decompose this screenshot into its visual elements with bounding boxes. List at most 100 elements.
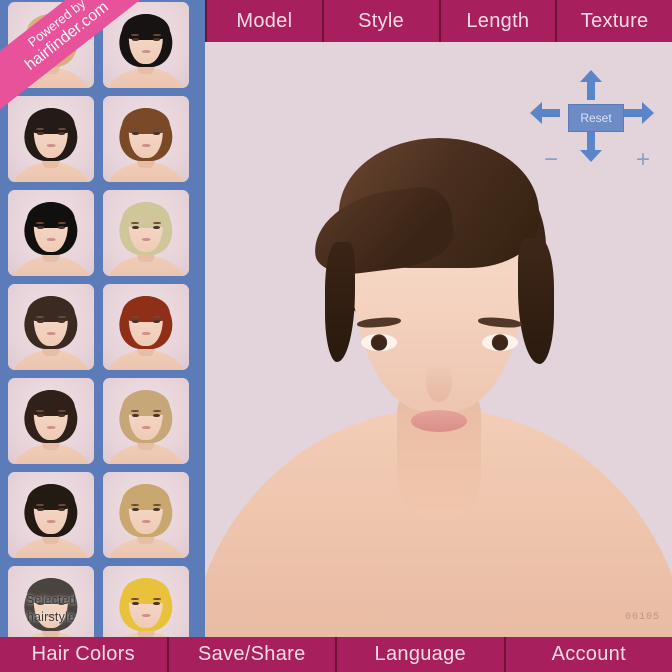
thumbnail-eye-left [37,601,44,606]
zoom-in-button[interactable]: + [636,148,650,172]
hairstyle-thumbnail[interactable]: Selected hairstyle [8,566,94,637]
hairstyle-thumbnail[interactable] [103,472,189,558]
hairstyle-thumbnail[interactable] [103,378,189,464]
zoom-out-button[interactable]: − [544,148,558,172]
thumbnail-eye-left [132,37,139,42]
thumbnail-eye-right [58,131,65,136]
thumbnail-eye-right [153,37,160,42]
thumbnail-lips [141,332,151,336]
bottom-nav-bar: Hair Colors Save/Share Language Account [0,637,672,672]
thumbnail-eyebrow-left [36,33,45,36]
thumbnail-eye-right [153,413,160,418]
arrow-right-icon[interactable] [624,102,654,124]
hairstyle-thumbnail[interactable] [103,566,189,637]
thumbnail-eyebrow-left [131,127,140,130]
hairstyle-sidebar: Selected hairstyle [0,0,205,637]
nav-language[interactable]: Language [337,637,506,672]
thumbnail-eye-right [58,319,65,324]
thumbnail-eyebrow-left [131,221,140,224]
thumbnail-portrait [103,566,189,637]
thumbnail-eyebrow-left [131,33,140,36]
thumbnail-eyebrow-right [57,127,66,130]
thumbnail-portrait [8,472,94,558]
thumbnail-eye-left [132,413,139,418]
model-pupil-left [372,336,386,350]
thumbnail-eye-left [37,413,44,418]
thumbnail-eyebrow-left [131,315,140,318]
thumbnail-lips [141,238,151,242]
thumbnail-eyebrow-left [36,127,45,130]
nav-hair-colors[interactable]: Hair Colors [0,637,169,672]
thumbnail-eyebrow-right [152,221,161,224]
thumbnail-eyebrow-right [57,503,66,506]
thumbnail-eyebrow-left [131,409,140,412]
thumbnail-eyebrow-left [131,503,140,506]
thumbnail-eye-left [37,225,44,230]
thumbnail-lips [46,144,56,148]
thumbnail-portrait [103,96,189,182]
thumbnail-eyebrow-right [152,33,161,36]
thumbnail-eye-left [37,507,44,512]
image-code-watermark: 00105 [624,612,660,623]
thumbnail-eyebrow-right [57,221,66,224]
thumbnail-eye-left [132,225,139,230]
model-hair-side-left [325,242,355,362]
hairstyle-thumbnail[interactable] [8,2,94,88]
app-root: Selected hairstyle 00105 Model Style Length… [0,0,672,672]
thumbnail-eyebrow-right [57,409,66,412]
thumbnail-eyebrow-left [36,315,45,318]
tab-style[interactable]: Style [323,0,441,42]
thumbnail-portrait [8,284,94,370]
thumbnail-eye-right [153,131,160,136]
thumbnail-eye-right [153,319,160,324]
hairstyle-thumbnail[interactable] [103,2,189,88]
hairstyle-thumbnail-grid: Selected hairstyle [8,2,198,637]
thumbnail-eye-left [37,37,44,42]
thumbnail-portrait [8,566,94,637]
top-tab-bar: Model Style Length Texture [205,0,672,42]
nav-save-share[interactable]: Save/Share [168,637,337,672]
thumbnail-lips [141,426,151,430]
hairstyle-thumbnail[interactable] [103,284,189,370]
thumbnail-portrait [103,472,189,558]
thumbnail-lips [46,238,56,242]
thumbnail-eye-left [132,601,139,606]
hairstyle-thumbnail[interactable] [8,96,94,182]
thumbnail-portrait [8,190,94,276]
thumbnail-eye-right [58,225,65,230]
hairstyle-thumbnail[interactable] [8,472,94,558]
thumbnail-eyebrow-left [36,503,45,506]
thumbnail-portrait [103,2,189,88]
thumbnail-eyebrow-left [131,597,140,600]
thumbnail-eye-left [132,319,139,324]
thumbnail-eyebrow-left [36,221,45,224]
tab-model[interactable]: Model [205,0,324,42]
nav-account[interactable]: Account [505,637,672,672]
thumbnail-eye-right [58,413,65,418]
hairstyle-thumbnail[interactable] [8,378,94,464]
thumbnail-lips [141,520,151,524]
thumbnail-portrait [8,2,94,88]
thumbnail-lips [46,50,56,54]
thumbnail-lips [46,520,56,524]
thumbnail-eyebrow-right [152,409,161,412]
hairstyle-thumbnail[interactable] [103,96,189,182]
thumbnail-eyebrow-right [152,127,161,130]
arrow-left-icon[interactable] [530,102,560,124]
tab-length[interactable]: Length [440,0,558,42]
hairstyle-thumbnail[interactable] [8,284,94,370]
thumbnail-eye-right [58,507,65,512]
reset-button[interactable]: Reset [568,104,624,132]
thumbnail-eye-right [58,37,65,42]
thumbnail-lips [141,50,151,54]
arrow-down-icon[interactable] [580,132,602,162]
thumbnail-eyebrow-right [57,597,66,600]
tab-texture[interactable]: Texture [557,0,672,42]
pan-zoom-controls: Reset − + [528,70,654,172]
arrow-up-icon[interactable] [580,70,602,100]
hairstyle-thumbnail[interactable] [103,190,189,276]
thumbnail-eyebrow-right [57,315,66,318]
model-hair-side-right [518,238,554,364]
hairstyle-thumbnail[interactable] [8,190,94,276]
thumbnail-eye-left [132,507,139,512]
